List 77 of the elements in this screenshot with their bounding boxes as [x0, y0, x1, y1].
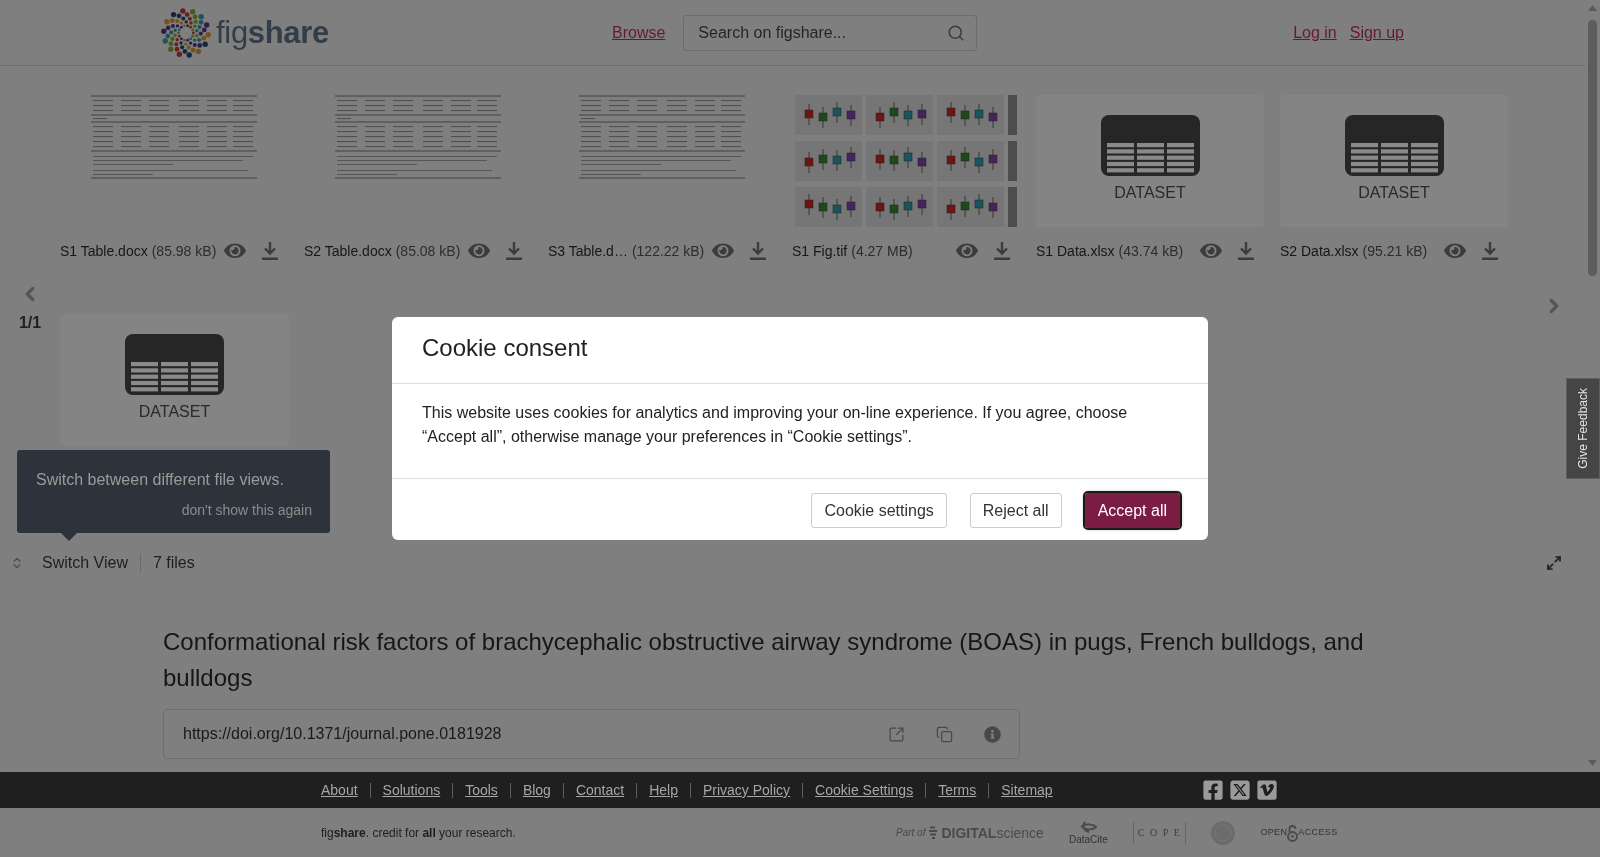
footer-link[interactable]: Sitemap: [1001, 781, 1053, 799]
footer-link[interactable]: Terms: [938, 781, 977, 799]
eye-icon[interactable]: [712, 241, 734, 261]
footer-link[interactable]: Cookie Settings: [815, 781, 914, 799]
article-title: Conformational risk factors of brachycephalic obstructive airway syndrome (BOAS) in pugs, French bulldogs, and bulldogs: [163, 627, 1365, 693]
dialog-button[interactable]: Reject all: [969, 493, 1062, 528]
download-icon[interactable]: [262, 242, 278, 260]
eye-icon[interactable]: [468, 241, 490, 261]
dataset-preview-tile[interactable]: DATASET: [1036, 95, 1264, 227]
dataset-preview-tile[interactable]: DATASET: [1280, 95, 1508, 227]
digital-science-icon: [928, 826, 939, 839]
external-link-icon[interactable]: [888, 725, 905, 743]
file-size: (43.74 kB): [1118, 241, 1184, 261]
file-size: (85.08 kB): [395, 241, 461, 261]
file-name: S1 Fig.tif: [792, 241, 848, 261]
dismiss-link[interactable]: don't show this again: [181, 500, 312, 520]
eye-icon[interactable]: [1444, 241, 1466, 261]
copy-icon[interactable]: [936, 725, 953, 743]
spreadsheet-icon: [125, 334, 224, 395]
file-name: S1 Data.xlsx: [1036, 241, 1115, 261]
info-icon[interactable]: [984, 725, 1001, 743]
spreadsheet-icon: [1344, 115, 1444, 176]
dialog-title: Cookie consent: [422, 333, 589, 363]
expand-icon[interactable]: [1546, 555, 1562, 571]
dialog-button[interactable]: Accept all: [1084, 493, 1180, 528]
scrollbar-thumb[interactable]: [1588, 20, 1597, 276]
download-icon[interactable]: [750, 242, 766, 260]
preview-label: DATASET: [1358, 183, 1430, 203]
file-count: 7 files: [152, 553, 195, 573]
dialog-message: This website uses cookies for analytics and improving your on-line experience. If you agree, choose “Accept all”, otherwise manage your preferences in “Cookie settings”.: [422, 403, 1129, 447]
dataset-preview-tile[interactable]: DATASET: [60, 314, 289, 446]
footer-link[interactable]: About: [321, 781, 358, 799]
download-icon[interactable]: [994, 242, 1010, 260]
file-name: S1 Table.docx: [60, 241, 148, 261]
eye-icon[interactable]: [956, 241, 978, 261]
feedback-tab[interactable]: Give Feedback: [1566, 378, 1600, 479]
eye-icon[interactable]: [224, 241, 246, 261]
dialog-button[interactable]: Cookie settings: [811, 493, 947, 528]
footer-link[interactable]: Help: [649, 781, 678, 799]
access-text: ACCESS: [1298, 825, 1338, 839]
file-size: (122.22 kB): [631, 241, 705, 261]
lock-icon: [1287, 823, 1299, 842]
preview-label: DATASET: [1114, 183, 1186, 203]
file-name: S2 Data.xlsx: [1280, 241, 1359, 261]
footer-link[interactable]: Tools: [465, 781, 498, 799]
download-icon[interactable]: [1238, 242, 1254, 260]
open-text: OPEN: [1260, 825, 1288, 839]
vimeo-icon[interactable]: [1256, 779, 1278, 801]
file-size: (85.98 kB): [151, 241, 217, 261]
file-name: S2 Table.docx: [304, 241, 392, 261]
facebook-icon[interactable]: [1202, 779, 1224, 801]
logo-icon[interactable]: [161, 7, 211, 58]
eye-icon[interactable]: [1200, 241, 1222, 261]
doi-link[interactable]: https://doi.org/10.1371/journal.pone.0181928: [183, 722, 502, 746]
scroll-up-icon[interactable]: [1588, 5, 1597, 11]
cope-wordmark: COPE: [1132, 821, 1187, 844]
file-name: S3 Table.d…: [548, 241, 628, 261]
footer-link[interactable]: Solutions: [382, 781, 441, 799]
datacite-icon: [1079, 820, 1098, 834]
switch-view-button[interactable]: Switch View: [10, 551, 128, 575]
preview-label: DATASET: [138, 402, 211, 422]
scroll-down-icon[interactable]: [1588, 760, 1597, 766]
footer-tagline: figshare. credit for all your research.: [321, 824, 517, 842]
footer-link[interactable]: Blog: [522, 781, 551, 799]
file-size: (95.21 kB): [1362, 241, 1428, 261]
footer-link[interactable]: Contact: [575, 781, 625, 799]
tooltip-text: Switch between different file views.: [36, 470, 285, 490]
datacite-wordmark: DataCite: [1068, 833, 1108, 845]
file-size: (4.27 MB): [851, 241, 913, 261]
search-field[interactable]: Search on figshare...: [683, 14, 978, 51]
download-icon[interactable]: [506, 242, 522, 260]
page-indicator: 1/1: [18, 313, 42, 333]
search-icon[interactable]: [947, 23, 966, 42]
download-icon[interactable]: [1482, 242, 1498, 260]
x-icon[interactable]: [1229, 779, 1251, 801]
footer-link[interactable]: Privacy Policy: [702, 781, 791, 799]
spreadsheet-icon: [1100, 115, 1200, 176]
